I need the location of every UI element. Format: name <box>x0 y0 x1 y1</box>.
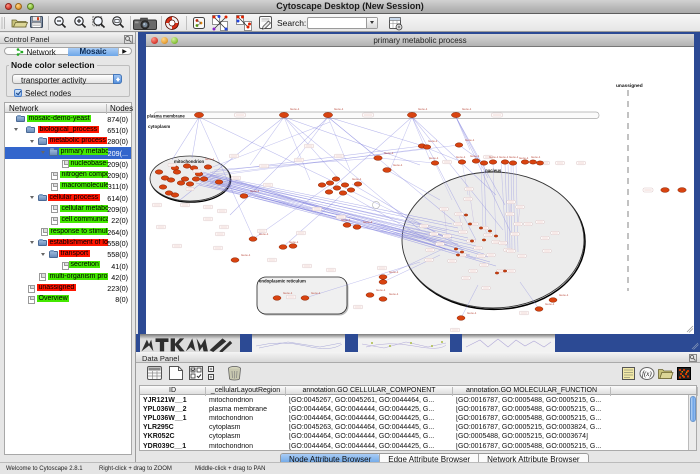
svg-text:Gene-1: Gene-1 <box>509 155 519 159</box>
svg-text:Gene-1: Gene-1 <box>334 107 344 111</box>
svg-text:Gene-1: Gene-1 <box>250 189 260 193</box>
svg-text:Gene-1: Gene-1 <box>283 291 293 295</box>
svg-text:Gene-1: Gene-1 <box>384 151 394 155</box>
svg-text:Gene-1: Gene-1 <box>290 107 300 111</box>
svg-text:plasma membrane: plasma membrane <box>147 114 185 119</box>
svg-text:Gene-1: Gene-1 <box>241 253 251 257</box>
svg-text:Gene-1: Gene-1 <box>389 270 399 274</box>
svg-text:Gene-1: Gene-1 <box>376 288 386 292</box>
svg-text:Gene-1: Gene-1 <box>311 291 321 295</box>
svg-text:endoplasmic reticulum: endoplasmic reticulum <box>259 279 306 284</box>
svg-text:Gene-1: Gene-1 <box>418 107 428 111</box>
svg-text:Gene-1: Gene-1 <box>545 302 555 306</box>
svg-text:Gene-1: Gene-1 <box>467 311 477 315</box>
svg-text:Gene-1: Gene-1 <box>489 155 499 159</box>
svg-text:Gene-1: Gene-1 <box>499 155 509 159</box>
svg-text:Gene-1: Gene-1 <box>559 293 569 297</box>
svg-text:Gene-1: Gene-1 <box>428 139 438 143</box>
svg-text:Gene-1: Gene-1 <box>289 240 299 244</box>
svg-text:mitochondrion: mitochondrion <box>174 159 204 164</box>
svg-text:Gene-1: Gene-1 <box>341 218 351 222</box>
svg-text:cytoplasm: cytoplasm <box>148 124 170 129</box>
svg-text:Gene-1: Gene-1 <box>531 155 541 159</box>
svg-text:Gene-1: Gene-1 <box>519 156 529 160</box>
svg-text:Gene-1: Gene-1 <box>393 163 403 167</box>
svg-text:Gene-1: Gene-1 <box>205 157 215 161</box>
svg-text:Gene-1: Gene-1 <box>429 156 439 160</box>
svg-text:Gene-1: Gene-1 <box>389 292 399 296</box>
svg-text:unassigned: unassigned <box>616 83 643 89</box>
svg-text:Gene-1: Gene-1 <box>462 107 472 111</box>
svg-text:Gene-1: Gene-1 <box>465 138 475 142</box>
svg-text:Gene-1: Gene-1 <box>456 155 466 159</box>
svg-text:Gene-1: Gene-1 <box>352 177 362 181</box>
svg-text:Gene-1: Gene-1 <box>259 232 269 236</box>
svg-text:Gene-1: Gene-1 <box>470 154 480 158</box>
svg-text:f(x): f(x) <box>642 370 652 378</box>
svg-text:Gene-1: Gene-1 <box>363 220 373 224</box>
